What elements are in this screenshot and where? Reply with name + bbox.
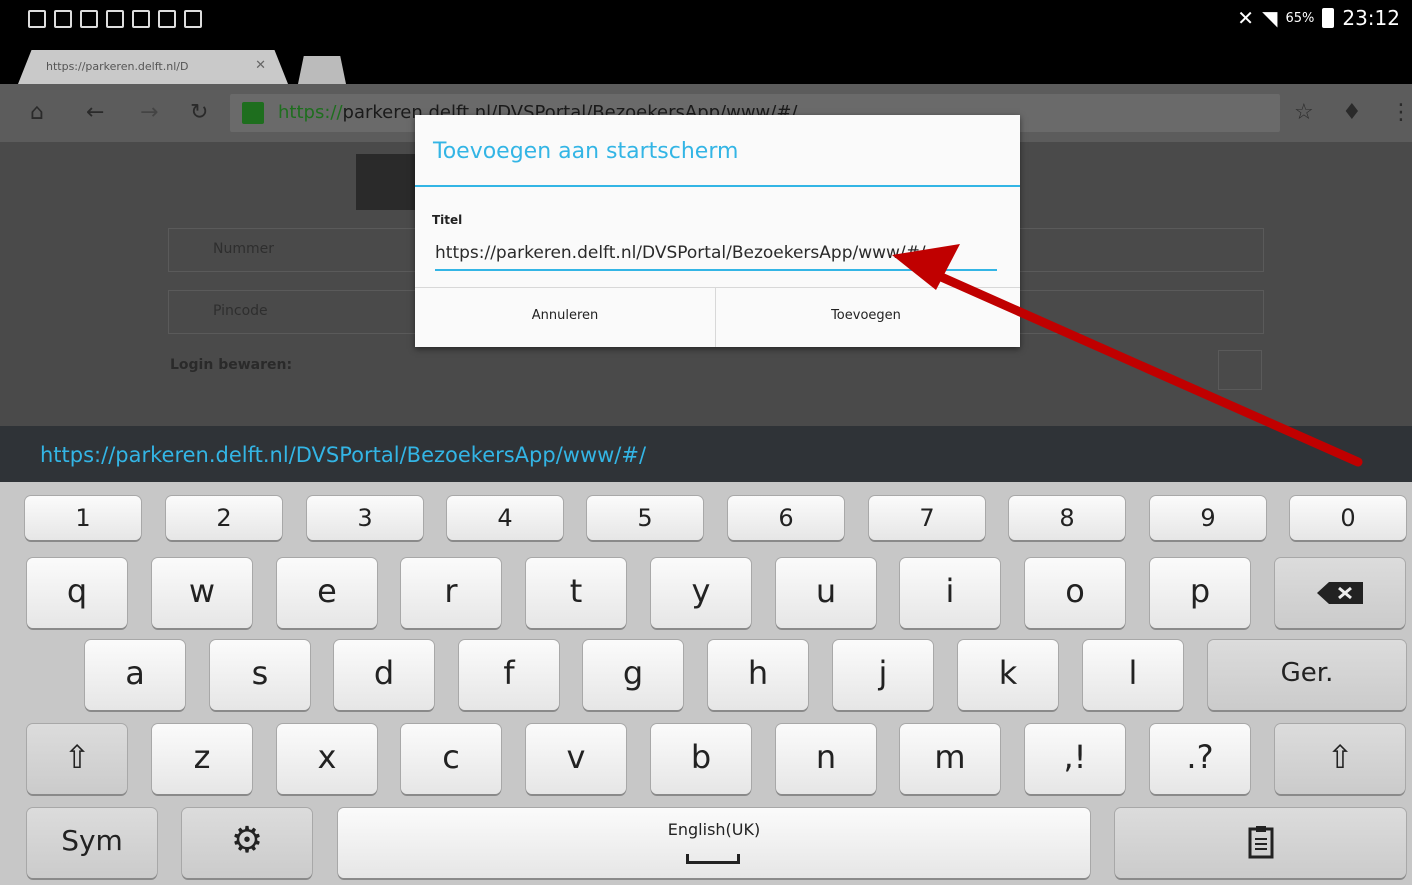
clock: 23:12 bbox=[1342, 6, 1400, 30]
reload-icon[interactable]: ↻ bbox=[190, 100, 208, 125]
key-s[interactable]: s bbox=[210, 640, 310, 710]
key-g[interactable]: g bbox=[583, 640, 683, 710]
key-b[interactable]: b bbox=[651, 724, 751, 794]
key-3[interactable]: 3 bbox=[307, 496, 423, 540]
battery-icon bbox=[1322, 8, 1335, 28]
notification-icons bbox=[28, 10, 202, 28]
notification-icon bbox=[54, 10, 72, 28]
key-p[interactable]: p bbox=[1150, 558, 1250, 628]
bookmark-star-icon[interactable]: ☆ bbox=[1294, 100, 1314, 125]
space-key[interactable]: English(UK) bbox=[338, 808, 1090, 878]
mute-icon: ✕ bbox=[1237, 6, 1255, 30]
key-w[interactable]: w bbox=[152, 558, 252, 628]
key-z[interactable]: z bbox=[152, 724, 252, 794]
key-h[interactable]: h bbox=[708, 640, 808, 710]
shift-key-left[interactable]: ⇧ bbox=[27, 724, 127, 794]
key-v[interactable]: v bbox=[526, 724, 626, 794]
number-placeholder: Nummer bbox=[213, 241, 274, 257]
lock-icon bbox=[242, 102, 264, 124]
period-key[interactable]: .? bbox=[1150, 724, 1250, 794]
notification-icon bbox=[28, 10, 46, 28]
gear-icon: ⚙ bbox=[230, 820, 264, 861]
key-1[interactable]: 1 bbox=[25, 496, 141, 540]
cancel-button[interactable]: Annuleren bbox=[415, 288, 715, 347]
notification-icon bbox=[106, 10, 124, 28]
backspace-icon bbox=[1317, 582, 1363, 604]
add-button[interactable]: Toevoegen bbox=[716, 288, 1016, 347]
key-x[interactable]: x bbox=[277, 724, 377, 794]
key-5[interactable]: 5 bbox=[587, 496, 703, 540]
key-a[interactable]: a bbox=[85, 640, 185, 710]
key-e[interactable]: e bbox=[277, 558, 377, 628]
shift-key-right[interactable]: ⇧ bbox=[1275, 724, 1405, 794]
browser-tab[interactable]: https://parkeren.delft.nl/D ✕ bbox=[18, 50, 288, 84]
backspace-key[interactable] bbox=[1275, 558, 1405, 628]
key-n[interactable]: n bbox=[776, 724, 876, 794]
title-field-label: Titel bbox=[432, 213, 463, 227]
tab-title: https://parkeren.delft.nl/D bbox=[46, 60, 189, 73]
clipboard-key[interactable] bbox=[1115, 808, 1406, 878]
menu-icon[interactable]: ⋮ bbox=[1390, 100, 1412, 125]
key-m[interactable]: m bbox=[900, 724, 1000, 794]
close-tab-icon[interactable]: ✕ bbox=[255, 58, 266, 73]
key-4[interactable]: 4 bbox=[447, 496, 563, 540]
key-9[interactable]: 9 bbox=[1150, 496, 1266, 540]
key-k[interactable]: k bbox=[958, 640, 1058, 710]
sym-key[interactable]: Sym bbox=[27, 808, 157, 878]
dialog-title: Toevoegen aan startscherm bbox=[433, 139, 739, 164]
key-8[interactable]: 8 bbox=[1009, 496, 1125, 540]
keyboard-suggestion[interactable]: https://parkeren.delft.nl/DVSPortal/Bezo… bbox=[0, 426, 1412, 482]
add-to-homescreen-dialog: Toevoegen aan startscherm Titel Annulere… bbox=[415, 115, 1020, 347]
dialog-title-divider bbox=[415, 185, 1020, 187]
key-o[interactable]: o bbox=[1025, 558, 1125, 628]
battery-percent: 65% bbox=[1285, 10, 1315, 26]
keyboard: 1 2 3 4 5 6 7 8 9 0 q w e r t y u i o p … bbox=[0, 482, 1412, 885]
key-7[interactable]: 7 bbox=[869, 496, 985, 540]
key-q[interactable]: q bbox=[27, 558, 127, 628]
home-icon[interactable]: ⌂ bbox=[30, 100, 44, 125]
notification-icon bbox=[132, 10, 150, 28]
key-j[interactable]: j bbox=[833, 640, 933, 710]
key-l[interactable]: l bbox=[1083, 640, 1183, 710]
enter-key[interactable]: Ger. bbox=[1208, 640, 1406, 710]
forward-icon[interactable]: → bbox=[140, 100, 158, 125]
key-r[interactable]: r bbox=[401, 558, 501, 628]
back-icon[interactable]: ← bbox=[86, 100, 104, 125]
wifi-icon: ◥ bbox=[1262, 6, 1278, 30]
pincode-placeholder: Pincode bbox=[213, 303, 268, 319]
microphone-icon[interactable]: ♦ bbox=[1342, 100, 1362, 125]
settings-key[interactable]: ⚙ bbox=[182, 808, 312, 878]
key-0[interactable]: 0 bbox=[1290, 496, 1406, 540]
login-save-label: Login bewaren: bbox=[170, 357, 293, 373]
tab-strip: https://parkeren.delft.nl/D ✕ bbox=[0, 42, 1412, 84]
title-input[interactable] bbox=[435, 237, 997, 271]
comma-key[interactable]: ,! bbox=[1025, 724, 1125, 794]
login-save-checkbox[interactable] bbox=[1218, 350, 1262, 390]
status-bar: ✕ ◥ 65% 23:12 bbox=[0, 0, 1412, 42]
new-tab-button[interactable] bbox=[298, 56, 346, 84]
gallery-icon bbox=[184, 10, 202, 28]
key-f[interactable]: f bbox=[459, 640, 559, 710]
key-t[interactable]: t bbox=[526, 558, 626, 628]
clipboard-icon bbox=[1248, 826, 1273, 859]
url-scheme: https:// bbox=[278, 102, 343, 123]
status-right: ✕ ◥ 65% 23:12 bbox=[1237, 6, 1400, 30]
key-2[interactable]: 2 bbox=[166, 496, 282, 540]
calendar-icon bbox=[158, 10, 176, 28]
key-u[interactable]: u bbox=[776, 558, 876, 628]
space-icon bbox=[686, 854, 740, 864]
key-i[interactable]: i bbox=[900, 558, 1000, 628]
key-y[interactable]: y bbox=[651, 558, 751, 628]
notification-icon bbox=[80, 10, 98, 28]
keyboard-language: English(UK) bbox=[667, 820, 761, 839]
key-c[interactable]: c bbox=[401, 724, 501, 794]
key-d[interactable]: d bbox=[334, 640, 434, 710]
key-6[interactable]: 6 bbox=[728, 496, 844, 540]
